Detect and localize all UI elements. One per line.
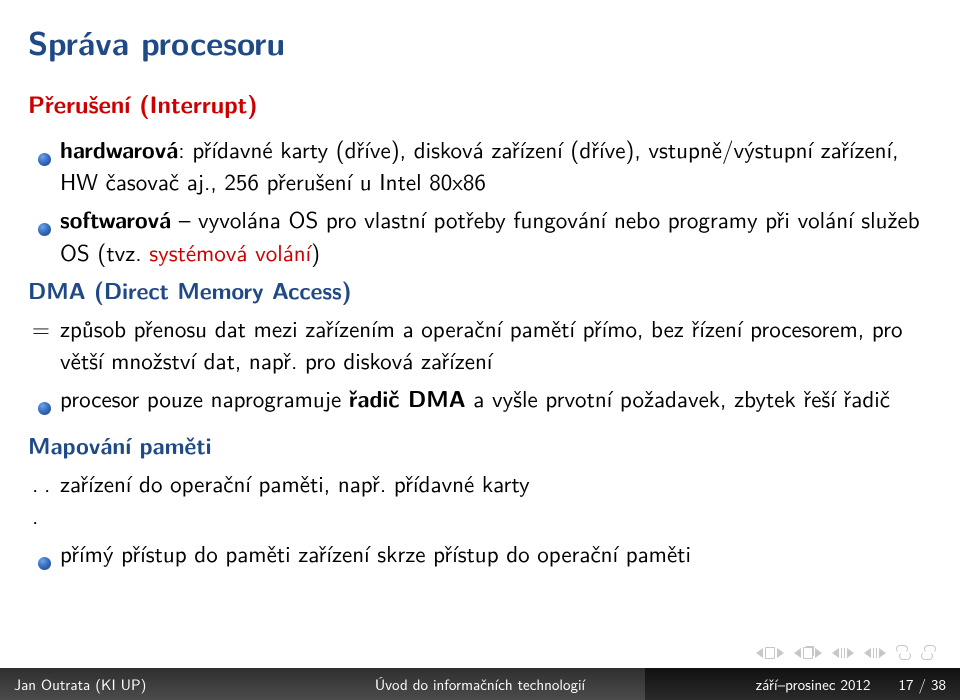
footer-page-number: 17 / 38 xyxy=(898,673,946,695)
term-bold: hardwarová xyxy=(60,132,178,165)
footer-page: září–prosinec 2012 17 / 38 xyxy=(645,668,960,700)
content-area: hardwarová: přídavné karty (dříve), disk… xyxy=(28,133,932,577)
text: a vyšle prvotní požadavek, zbytek řeší ř… xyxy=(466,381,890,415)
footer-title: Úvod do informačních technologií xyxy=(315,668,646,700)
text: procesor pouze naprogramuje xyxy=(60,381,349,415)
term-bold: softwarová xyxy=(60,202,171,235)
section-heading-dma: DMA (Direct Memory Access) xyxy=(28,274,932,306)
footer-date: září–prosinec 2012 xyxy=(756,673,871,695)
bullet-icon xyxy=(28,390,60,422)
bullet-hw: hardwarová: přídavné karty (dříve), disk… xyxy=(28,133,932,197)
bullet-text: hardwarová: přídavné karty (dříve), disk… xyxy=(60,133,932,197)
nav-prev-section-icon[interactable] xyxy=(794,647,822,659)
bullet-icon xyxy=(28,211,60,243)
ellipsis-row: . . . zařízení do operační paměti, např.… xyxy=(28,467,932,531)
bullet-text: procesor pouze naprogramuje řadič DMA a … xyxy=(60,382,932,414)
text: : přídavné karty (dříve), disková zaříze… xyxy=(60,132,898,198)
text: ) xyxy=(311,235,320,269)
bullet-dma-detail: procesor pouze naprogramuje řadič DMA a … xyxy=(28,382,932,422)
text: zařízení do operační paměti, např. přída… xyxy=(60,467,932,499)
beamer-nav xyxy=(756,645,936,660)
page-title: Správa procesoru xyxy=(28,18,932,65)
slide: Správa procesoru Přerušení (Interrupt) h… xyxy=(0,0,960,700)
section-heading-mapping: Mapování paměti xyxy=(28,429,932,461)
section-heading-interrupt: Přerušení (Interrupt) xyxy=(28,87,932,121)
term-highlight: systémová volání xyxy=(149,235,311,269)
bullet-sw: softwarová – vyvolána OS pro vlastní pot… xyxy=(28,203,932,267)
bullet-icon xyxy=(28,141,60,173)
footer: Jan Outrata (KI UP) Úvod do informačních… xyxy=(0,668,960,700)
bullet-mapping-detail: přímý přístup do paměti zařízení skrze p… xyxy=(28,537,932,577)
equals-sign: = xyxy=(28,312,60,344)
definition-row: = způsob přenosu dat mezi zařízením a op… xyxy=(28,312,932,376)
nav-next-icon[interactable] xyxy=(864,648,886,658)
ellipsis: . . . xyxy=(28,467,60,531)
footer-author: Jan Outrata (KI UP) xyxy=(0,668,315,700)
nav-prev-icon[interactable] xyxy=(832,648,854,658)
term-bold: řadič DMA xyxy=(349,381,466,414)
bullet-text: softwarová – vyvolána OS pro vlastní pot… xyxy=(60,203,932,267)
nav-back-icon[interactable] xyxy=(896,645,911,660)
bullet-icon xyxy=(28,545,60,577)
definition-text: způsob přenosu dat mezi zařízením a oper… xyxy=(60,312,932,376)
bullet-text: přímý přístup do paměti zařízení skrze p… xyxy=(60,537,932,569)
nav-first-icon[interactable] xyxy=(756,647,784,659)
nav-forward-icon[interactable] xyxy=(921,645,936,660)
